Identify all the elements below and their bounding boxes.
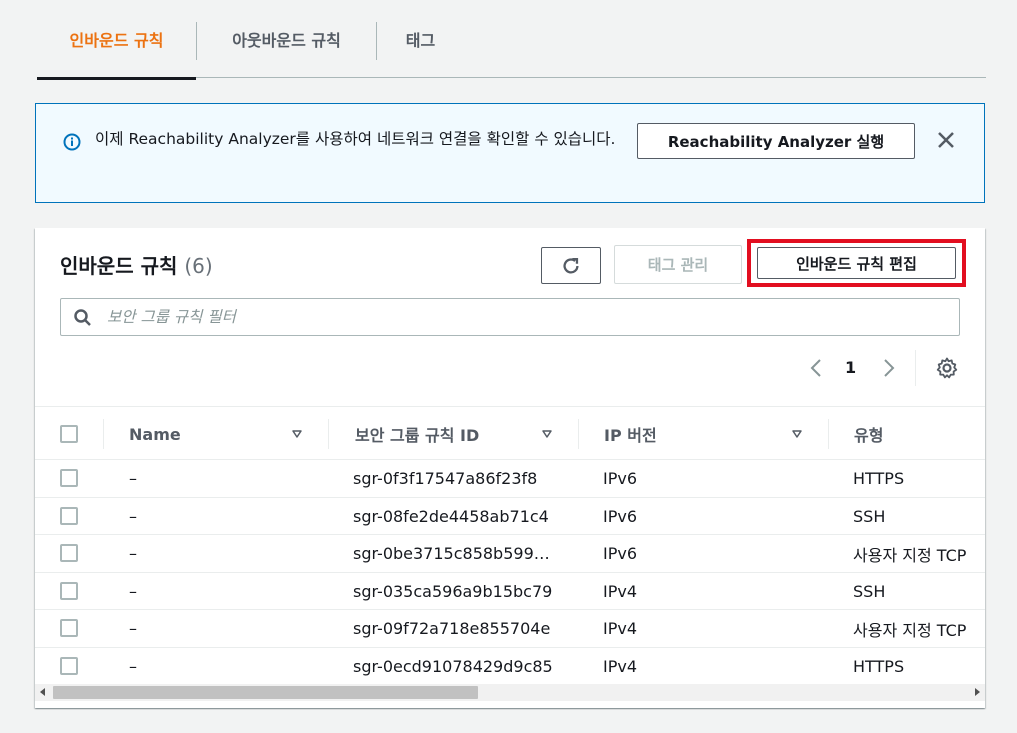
pagination-divider (915, 350, 916, 386)
cell-type: SSH (853, 506, 886, 526)
cell-rule-id: sgr-08fe2de4458ab71c4 (353, 506, 549, 526)
table-row[interactable]: – sgr-035ca596a9b15bc79 IPv4 SSH (35, 573, 985, 610)
panel-title-text: 인바운드 규칙 (60, 254, 178, 278)
cell-rule-id: sgr-0be3715c858b599… (353, 544, 550, 563)
search-input[interactable] (105, 303, 945, 331)
cell-name: – (129, 506, 137, 526)
row-checkbox[interactable] (60, 619, 78, 637)
row-checkbox[interactable] (60, 469, 78, 487)
chevron-right-icon[interactable] (880, 356, 898, 380)
info-banner: 이제 Reachability Analyzer를 사용하여 네트워크 연결을 … (35, 103, 985, 203)
chevron-left-icon[interactable] (807, 356, 825, 380)
scroll-left-arrow-icon[interactable] (40, 688, 45, 696)
cell-type: HTTPS (853, 656, 905, 676)
row-checkbox[interactable] (60, 656, 78, 675)
column-divider (103, 419, 104, 449)
rules-table: Name 보안 그룹 규칙 ID IP 버전 유형 – sgr-0f3f1754… (35, 406, 985, 685)
info-banner-message: 이제 Reachability Analyzer를 사용하여 네트워크 연결을 … (95, 130, 616, 148)
rule-count: (6) (184, 254, 213, 278)
info-icon (63, 133, 81, 151)
cell-name: – (129, 469, 137, 488)
cell-rule-id: sgr-035ca596a9b15bc79 (353, 581, 553, 601)
select-all-checkbox[interactable] (60, 425, 78, 443)
row-checkbox[interactable] (60, 506, 78, 525)
gear-icon[interactable] (935, 356, 959, 380)
highlight-box: 인바운드 규칙 편집 (747, 239, 966, 287)
column-header-type[interactable]: 유형 (854, 407, 883, 461)
column-divider (828, 419, 829, 449)
table-row[interactable]: – sgr-0f3f17547a86f23f8 IPv6 HTTPS (35, 460, 985, 498)
column-divider (578, 419, 579, 449)
cell-name: – (129, 619, 137, 638)
column-header-rule-id[interactable]: 보안 그룹 규칙 ID (355, 407, 479, 461)
cell-rule-id: sgr-0f3f17547a86f23f8 (353, 469, 538, 488)
cell-rule-id: sgr-0ecd91078429d9c85 (353, 656, 553, 676)
cell-rule-id: sgr-09f72a718e855704e (353, 619, 551, 638)
column-divider (328, 419, 329, 449)
cell-name: – (129, 581, 137, 601)
cell-ip-version: IPv6 (603, 544, 638, 563)
cell-type: HTTPS (853, 469, 905, 488)
cell-ip-version: IPv4 (603, 581, 638, 601)
table-row[interactable]: – sgr-09f72a718e855704e IPv4 사용자 지정 TCP (35, 610, 985, 648)
sort-down-icon[interactable] (291, 428, 303, 440)
refresh-button[interactable] (541, 247, 601, 284)
cell-name: – (129, 544, 137, 563)
table-row[interactable]: – sgr-08fe2de4458ab71c4 IPv6 SSH (35, 498, 985, 535)
scrollbar-thumb[interactable] (53, 686, 478, 699)
refresh-icon (563, 257, 579, 274)
cell-name: – (129, 656, 137, 676)
tab-tags[interactable]: 태그 (377, 0, 464, 78)
cell-type: SSH (853, 581, 886, 601)
edit-inbound-rules-button[interactable]: 인바운드 규칙 편집 (757, 247, 956, 279)
cell-ip-version: IPv6 (603, 469, 638, 488)
search-box (60, 298, 960, 336)
tab-bar: 인바운드 규칙 아웃바운드 규칙 태그 (37, 0, 986, 80)
sort-down-icon[interactable] (791, 428, 803, 440)
manage-tags-button[interactable]: 태그 관리 (614, 245, 742, 284)
horizontal-scrollbar[interactable] (35, 684, 985, 701)
cell-ip-version: IPv4 (603, 656, 638, 676)
table-header: Name 보안 그룹 규칙 ID IP 버전 유형 (35, 406, 985, 460)
tab-outbound-rules[interactable]: 아웃바운드 규칙 (197, 0, 376, 78)
sort-down-icon[interactable] (541, 428, 553, 440)
inbound-rules-panel: 인바운드 규칙 (6) 태그 관리 인바운드 규칙 편집 1 Name (35, 228, 985, 708)
close-icon[interactable] (934, 128, 958, 152)
cell-ip-version: IPv4 (603, 619, 638, 638)
table-row[interactable]: – sgr-0ecd91078429d9c85 IPv4 HTTPS (35, 648, 985, 685)
row-checkbox[interactable] (60, 544, 78, 562)
cell-type: 사용자 지정 TCP (853, 545, 967, 565)
table-row[interactable]: – sgr-0be3715c858b599… IPv6 사용자 지정 TCP (35, 535, 985, 573)
current-page-number[interactable]: 1 (845, 356, 856, 380)
cell-type: 사용자 지정 TCP (853, 620, 967, 640)
cell-ip-version: IPv6 (603, 506, 638, 526)
column-header-ip-version[interactable]: IP 버전 (604, 407, 657, 461)
column-header-name[interactable]: Name (129, 407, 181, 461)
row-checkbox[interactable] (60, 581, 78, 600)
panel-title: 인바운드 규칙 (6) (60, 250, 213, 279)
tab-inbound-rules[interactable]: 인바운드 규칙 (37, 0, 196, 80)
scroll-right-arrow-icon[interactable] (975, 688, 980, 696)
search-icon (74, 309, 91, 326)
run-reachability-analyzer-button[interactable]: Reachability Analyzer 실행 (637, 123, 915, 159)
